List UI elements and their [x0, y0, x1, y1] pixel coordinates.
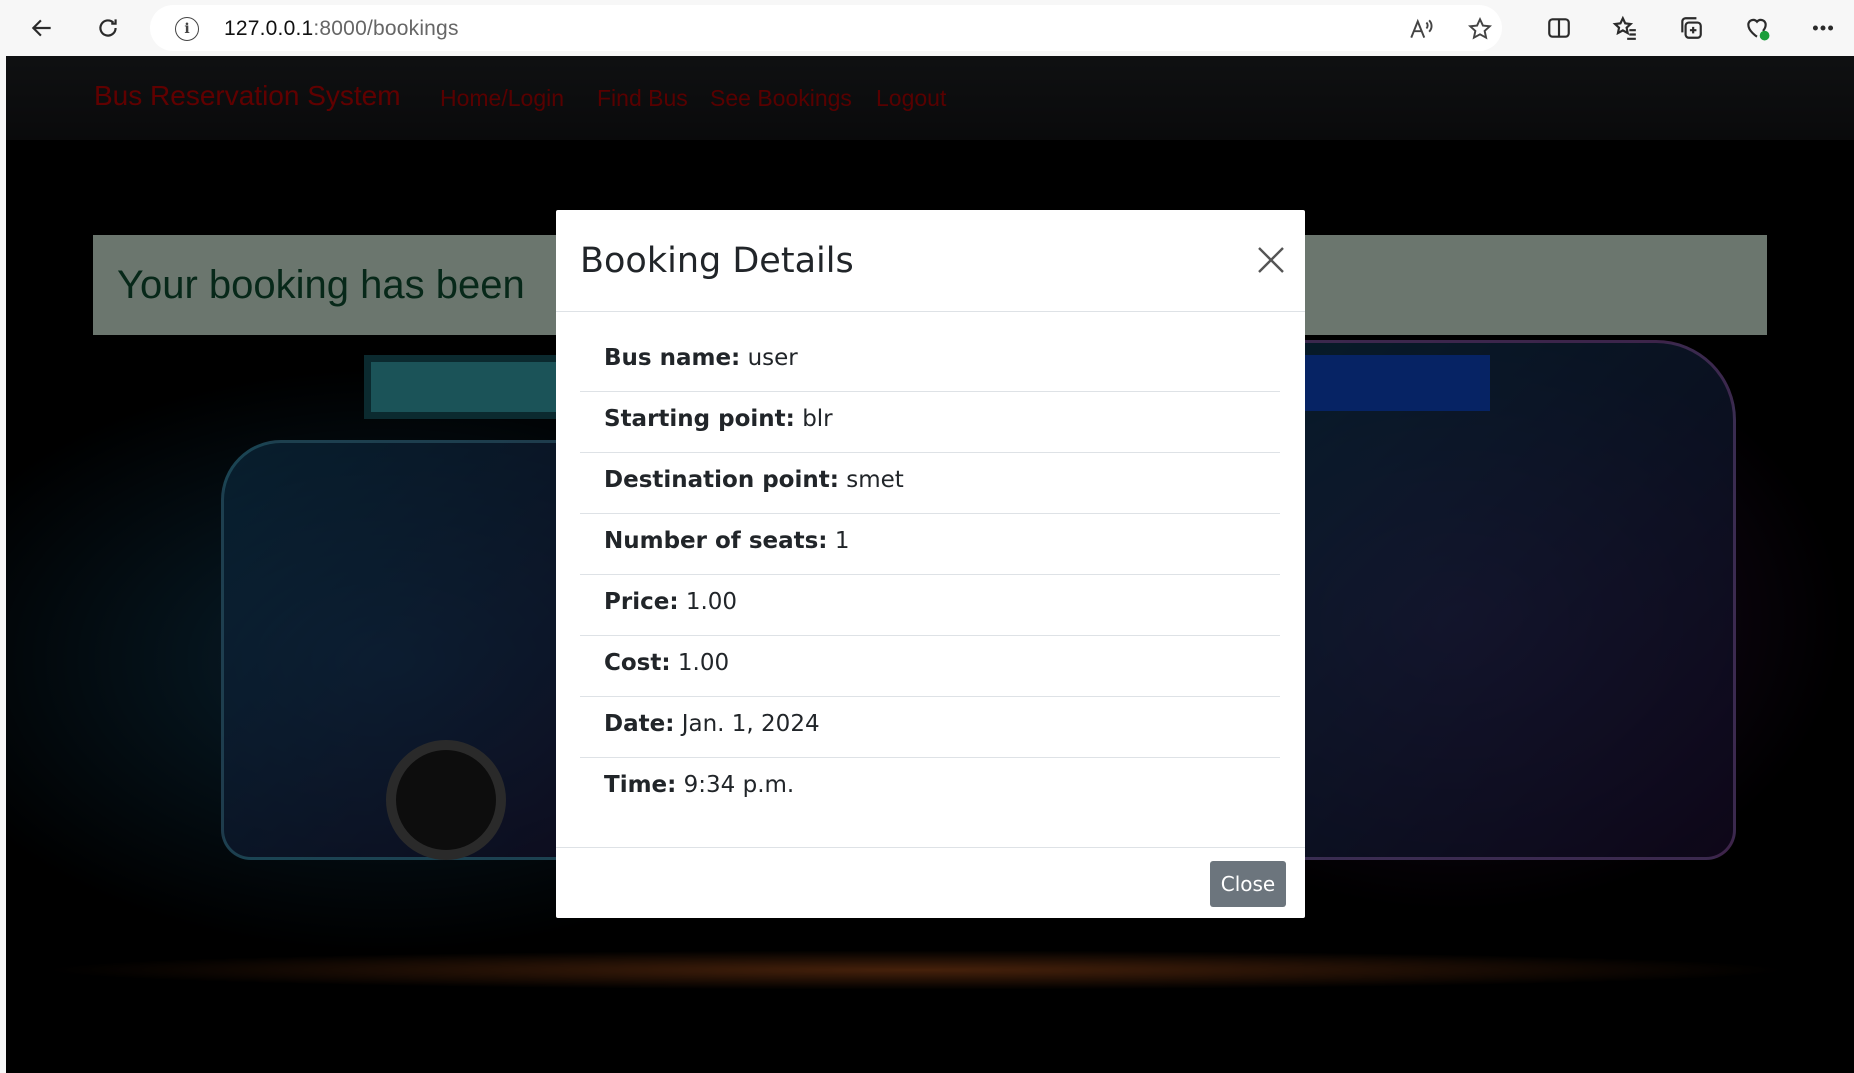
- info-icon[interactable]: i: [175, 17, 199, 41]
- booking-details-list: Bus name: user Starting point: blr Desti…: [580, 331, 1280, 819]
- address-bar[interactable]: i 127.0.0.1:8000/bookings: [150, 5, 1502, 51]
- browser-essentials-icon[interactable]: [1737, 8, 1777, 48]
- back-icon[interactable]: [22, 8, 62, 48]
- detail-date: Date: Jan. 1, 2024: [580, 697, 1280, 758]
- detail-time: Time: 9:34 p.m.: [604, 772, 795, 798]
- detail-starting-point: Starting point: blr: [580, 392, 1280, 453]
- detail-bus-name: Bus name: user: [580, 331, 1280, 392]
- modal-header: Booking Details: [556, 210, 1305, 312]
- close-icon[interactable]: [1255, 244, 1287, 276]
- page-viewport: Bus Reservation System Home/Login Find B…: [6, 56, 1854, 1073]
- booking-details-modal: Booking Details Bus name: user Starting …: [556, 210, 1305, 918]
- detail-price: Price: 1.00: [580, 575, 1280, 636]
- close-button[interactable]: Close: [1210, 861, 1286, 907]
- favorite-star-icon[interactable]: [1465, 14, 1495, 44]
- read-aloud-icon[interactable]: [1406, 14, 1436, 44]
- detail-number-of-seats: Number of seats: 1: [580, 514, 1280, 575]
- detail-destination-point: Destination point: smet: [580, 453, 1280, 514]
- modal-title: Booking Details: [580, 241, 854, 281]
- favorites-icon[interactable]: [1605, 8, 1645, 48]
- browser-toolbar: i 127.0.0.1:8000/bookings: [0, 0, 1854, 56]
- url-text[interactable]: 127.0.0.1:8000/bookings: [224, 17, 459, 41]
- modal-footer: Close: [556, 847, 1305, 918]
- collections-icon[interactable]: [1671, 8, 1711, 48]
- split-screen-icon[interactable]: [1539, 8, 1579, 48]
- refresh-icon[interactable]: [88, 8, 128, 48]
- more-icon[interactable]: [1803, 8, 1843, 48]
- detail-cost: Cost: 1.00: [580, 636, 1280, 697]
